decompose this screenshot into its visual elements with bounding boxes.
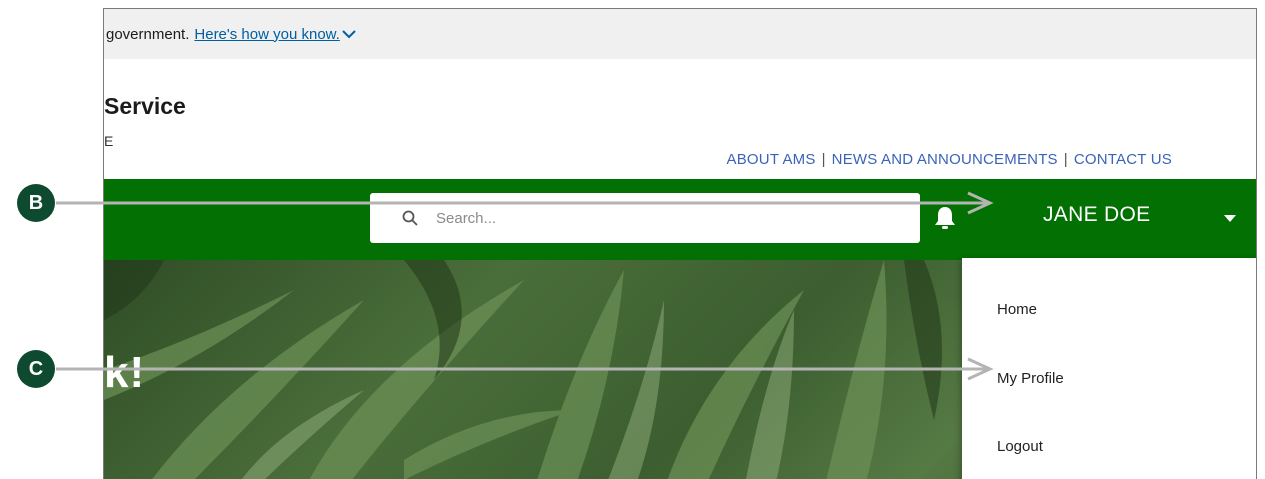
contact-us-link[interactable]: CONTACT US [1074,151,1172,168]
chevron-down-icon[interactable] [342,26,356,43]
gov-banner: government. Here's how you know. [104,9,1256,59]
callout-b: B [17,184,55,222]
link-separator: | [821,151,826,168]
bell-icon[interactable] [932,205,958,231]
agency-name: Service [104,93,186,119]
utility-links: ABOUT AMS | NEWS AND ANNOUNCEMENTS | CON… [727,151,1172,168]
screenshot-frame: government. Here's how you know. Service… [103,8,1257,479]
caret-down-icon[interactable] [1224,215,1236,223]
agency-subtitle: E [104,133,114,149]
callout-c: C [17,350,55,388]
user-menu-toggle[interactable]: JANE DOE [1043,203,1150,227]
news-announcements-link[interactable]: NEWS AND ANNOUNCEMENTS [832,151,1058,168]
menu-item-home[interactable]: Home [997,301,1037,318]
about-ams-link[interactable]: ABOUT AMS [727,151,816,168]
user-dropdown-menu: Home My Profile Logout [962,258,1256,479]
how-you-know-link[interactable]: Here's how you know. [194,26,339,43]
menu-item-my-profile[interactable]: My Profile [997,370,1064,387]
link-separator: | [1063,151,1068,168]
search-box[interactable] [370,193,920,243]
search-icon [402,210,418,226]
main-navbar: JANE DOE [104,179,1256,260]
hero-heading: k! [104,348,146,397]
search-input[interactable] [434,208,838,228]
menu-item-logout[interactable]: Logout [997,438,1043,455]
gov-banner-text: government. [106,25,190,43]
